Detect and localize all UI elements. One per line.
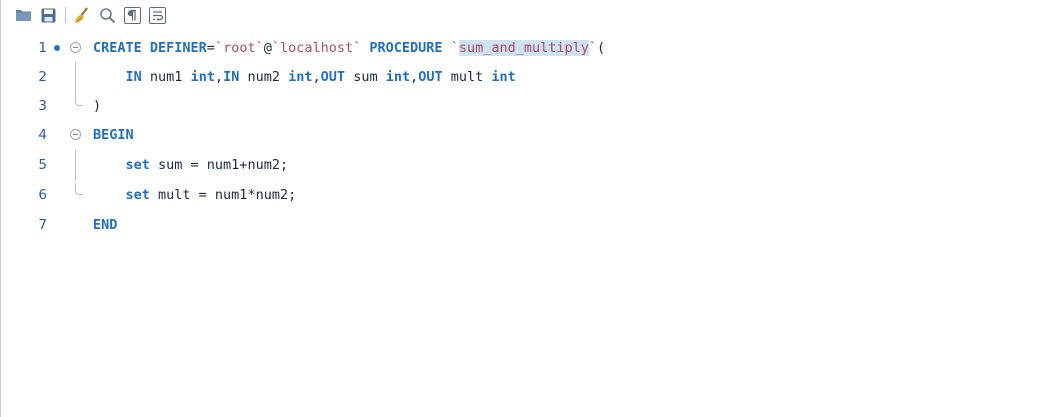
code-token: `	[588, 40, 598, 56]
code-token: num1	[141, 69, 191, 85]
code-line[interactable]: 4 BEGIN	[1, 120, 1052, 150]
code-token: num2	[239, 69, 289, 85]
line-number: 2	[38, 69, 47, 85]
word-wrap-icon[interactable]	[146, 4, 168, 26]
code-token: BEGIN	[93, 127, 134, 143]
fold-end-marker	[75, 94, 83, 106]
line-number: 7	[38, 217, 47, 233]
find-icon[interactable]	[96, 4, 118, 26]
code-token: `root`	[214, 40, 264, 56]
code-line[interactable]: 1 CREATE DEFINER=`root`@`localhost` PROC…	[1, 33, 1052, 63]
line-number: 1	[38, 40, 47, 56]
save-icon[interactable]	[37, 4, 59, 26]
fold-guide-line	[75, 150, 76, 180]
code-text: END	[93, 210, 117, 240]
code-token: PROCEDURE	[369, 40, 443, 56]
code-text: IN num1 int,IN num2 int,OUT sum int,OUT …	[93, 62, 516, 92]
code-token: mult	[442, 69, 492, 85]
invisible-chars-icon[interactable]	[121, 4, 143, 26]
code-token: sum = num1+num2;	[149, 157, 289, 173]
code-token: `	[450, 40, 459, 56]
beautify-icon[interactable]	[71, 4, 93, 26]
code-token: END	[93, 217, 118, 233]
code-token: int	[288, 69, 313, 85]
code-text: BEGIN	[93, 120, 134, 150]
fold-collapse-icon[interactable]	[70, 42, 81, 53]
code-token: OUT	[320, 69, 346, 85]
line-number: 4	[38, 127, 47, 143]
code-line[interactable]: 7 END	[1, 210, 1052, 240]
code-text: set sum = num1+num2;	[93, 150, 289, 180]
code-token: set	[125, 187, 150, 203]
code-token: `localhost`	[271, 40, 362, 56]
code-token: mult = num1*num2;	[149, 187, 297, 203]
code-text: CREATE DEFINER=`root`@`localhost` PROCED…	[93, 33, 605, 63]
fold-guide-line	[75, 62, 76, 92]
fold-end-marker	[75, 183, 83, 195]
code-text: )	[93, 91, 101, 121]
code-token: int	[190, 69, 215, 85]
code-token: ,	[214, 69, 224, 85]
code-token: int	[491, 69, 516, 85]
line-number: 6	[38, 187, 47, 203]
sql-editor[interactable]: 1 CREATE DEFINER=`root`@`localhost` PROC…	[1, 33, 1052, 417]
code-token: @	[263, 40, 272, 56]
fold-collapse-icon[interactable]	[70, 129, 81, 140]
code-token: sum	[345, 69, 386, 85]
code-token: CREATE DEFINER	[93, 40, 207, 56]
line-number: 3	[38, 98, 47, 114]
code-token: OUT	[418, 69, 443, 85]
code-token: IN	[125, 69, 142, 85]
code-token: (	[597, 40, 606, 56]
code-text: set mult = num1*num2;	[93, 180, 297, 210]
code-token: )	[93, 98, 102, 114]
line-number: 5	[38, 157, 47, 173]
current-statement-marker-icon	[54, 45, 60, 51]
editor-toolbar	[1, 0, 1052, 30]
open-folder-icon[interactable]	[12, 4, 34, 26]
code-token: IN	[223, 69, 240, 85]
code-line[interactable]: 6 set mult = num1*num2;	[1, 180, 1052, 210]
code-line[interactable]: 5 set sum = num1+num2;	[1, 150, 1052, 180]
code-token: sum_and_multiply	[458, 40, 589, 56]
code-line[interactable]: 3 )	[1, 91, 1052, 121]
code-token: int	[385, 69, 411, 85]
toolbar-separator	[65, 7, 66, 23]
code-line[interactable]: 2 IN num1 int,IN num2 int,OUT sum int,OU…	[1, 62, 1052, 92]
code-token: ,	[410, 69, 419, 85]
code-token: =	[206, 40, 215, 56]
code-token: set	[125, 157, 150, 173]
code-token: ,	[312, 69, 321, 85]
